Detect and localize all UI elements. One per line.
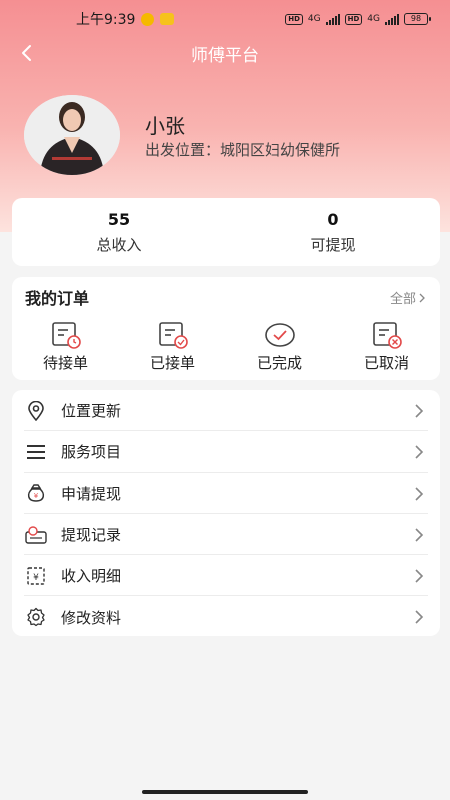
order-label: 已接单 [149, 354, 195, 372]
signal-icon [325, 13, 340, 25]
location-pin-icon [25, 400, 47, 422]
menu-item-services[interactable]: 服务项目 [12, 431, 440, 473]
profile-name: 小张 [145, 114, 185, 138]
hd-icon: HD [285, 13, 303, 25]
chevron-right-icon [415, 569, 424, 583]
menu-item-withdraw-records[interactable]: 提现记录 [12, 514, 440, 556]
menu-item-location-update[interactable]: 位置更新 [12, 390, 440, 432]
money-bag-icon: ¥ [25, 482, 47, 504]
menu-card: 位置更新 服务项目 ¥ 申请提现 提现记录 ¥ 收入明细 修改资料 [12, 390, 440, 636]
menu-item-apply-withdraw[interactable]: ¥ 申请提现 [12, 473, 440, 515]
orders-card: 我的订单 全部 待接单 已接单 已完成 已取消 [12, 277, 440, 380]
stat-total-income[interactable]: 55 总收入 [12, 198, 226, 266]
order-pending[interactable]: 待接单 [12, 321, 119, 373]
pending-order-icon [51, 322, 81, 349]
stats-card: 55 总收入 0 可提现 [12, 198, 440, 266]
order-label: 已取消 [363, 354, 409, 372]
order-cancelled[interactable]: 已取消 [333, 321, 440, 373]
chevron-right-icon [415, 528, 424, 542]
menu-label: 收入明细 [61, 567, 122, 586]
nav-bar: 师傅平台 [0, 38, 450, 68]
location-label: 出发位置： [145, 141, 221, 159]
gear-icon [25, 606, 47, 628]
cancelled-order-icon [372, 322, 402, 349]
menu-item-edit-profile[interactable]: 修改资料 [12, 596, 440, 637]
order-completed[interactable]: 已完成 [226, 321, 333, 373]
battery-icon: 98 [404, 13, 431, 25]
stat-value: 55 [107, 210, 131, 229]
chevron-right-icon [415, 487, 424, 501]
menu-item-income-details[interactable]: ¥ 收入明细 [12, 555, 440, 597]
avatar[interactable] [24, 95, 120, 175]
notification-icon [141, 12, 155, 26]
avatar-image [24, 95, 120, 175]
orders-all-link[interactable]: 全部 [390, 288, 426, 307]
svg-text:¥: ¥ [33, 573, 39, 583]
menu-label: 修改资料 [61, 608, 122, 627]
home-indicator[interactable] [142, 790, 308, 794]
income-detail-icon: ¥ [25, 565, 47, 587]
page-title: 师傅平台 [191, 46, 259, 66]
stat-label: 可提现 [310, 236, 356, 254]
stat-label: 总收入 [96, 236, 142, 254]
order-label: 待接单 [42, 354, 88, 372]
app-badge-icon [160, 12, 175, 25]
stat-withdrawable[interactable]: 0 可提现 [226, 198, 440, 266]
withdraw-record-icon [25, 524, 47, 546]
chevron-right-icon [415, 404, 424, 418]
accepted-order-icon [158, 322, 188, 349]
order-label: 已完成 [256, 354, 302, 372]
menu-label: 服务项目 [61, 443, 122, 462]
completed-order-icon [264, 323, 295, 347]
network-type: 4G [307, 14, 321, 24]
stat-value: 0 [327, 210, 339, 229]
status-bar: 上午9:39 HD 4G HD 4G 98 [0, 0, 450, 38]
orders-all-label: 全部 [389, 292, 416, 307]
profile-location: 出发位置：城阳区妇幼保健所 [145, 139, 340, 160]
svg-text:¥: ¥ [34, 492, 39, 500]
orders-title: 我的订单 [25, 289, 90, 308]
location-value: 城阳区妇幼保健所 [220, 141, 341, 159]
chevron-right-icon [419, 293, 425, 302]
menu-label: 申请提现 [61, 484, 122, 503]
hd-icon: HD [344, 13, 363, 25]
network-type-2: 4G [367, 14, 380, 24]
signal-icon [385, 13, 399, 25]
menu-label: 提现记录 [61, 526, 122, 545]
status-time: 上午9:39 [76, 12, 136, 28]
chevron-right-icon [415, 610, 424, 625]
order-accepted[interactable]: 已接单 [119, 321, 226, 373]
menu-label: 位置更新 [61, 402, 122, 421]
chevron-right-icon [415, 445, 424, 459]
list-icon [25, 441, 47, 463]
